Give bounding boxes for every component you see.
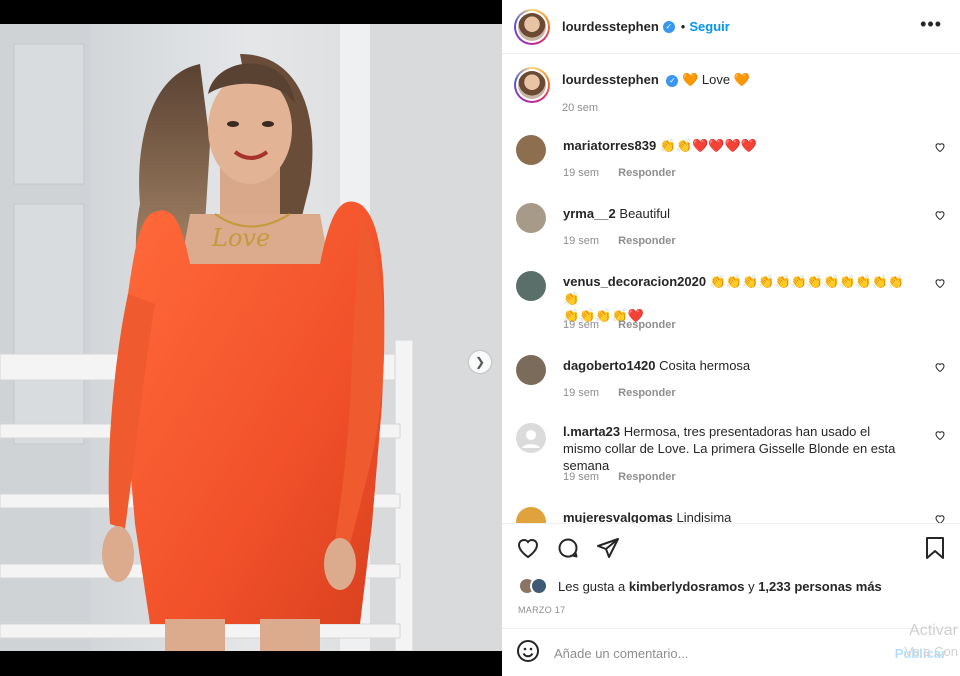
comment-time[interactable]: 19 sem bbox=[563, 387, 599, 399]
author-username[interactable]: lourdesstephen bbox=[562, 19, 659, 34]
liker-username[interactable]: kimberlydosramos bbox=[629, 579, 745, 594]
windows-activation-hint: Ve a Con bbox=[904, 644, 959, 659]
save-bookmark-icon[interactable] bbox=[924, 536, 946, 560]
reply-button[interactable]: Responder bbox=[618, 235, 675, 247]
commenter-username[interactable]: dagoberto1420 bbox=[563, 358, 655, 373]
emoji-smiley-icon[interactable] bbox=[516, 639, 540, 668]
like-comment-heart-icon[interactable] bbox=[934, 429, 946, 441]
post-photo[interactable]: Love ❯ bbox=[0, 24, 502, 651]
commenter-username[interactable]: mujeresvalgomas bbox=[563, 510, 673, 523]
like-comment-heart-icon[interactable] bbox=[934, 277, 946, 289]
post-header: lourdesstephen ✓ • Seguir ••• bbox=[502, 0, 960, 54]
follow-button[interactable]: Seguir bbox=[689, 19, 729, 34]
liker-avatar bbox=[530, 577, 548, 595]
commenter-avatar[interactable] bbox=[516, 355, 546, 385]
caption-time: 20 sem bbox=[562, 102, 599, 114]
heart-emoji-icon: 🧡 bbox=[682, 72, 699, 87]
comment-time[interactable]: 19 sem bbox=[563, 319, 599, 331]
post-date[interactable]: MARZO 17 bbox=[518, 605, 565, 615]
caption-username[interactable]: lourdesstephen bbox=[562, 72, 659, 87]
commenter-avatar[interactable] bbox=[516, 203, 546, 233]
comment-text: 👏👏❤️❤️❤️❤️ bbox=[659, 138, 757, 153]
commenter-avatar[interactable] bbox=[516, 507, 546, 523]
like-comment-heart-icon[interactable] bbox=[934, 209, 946, 221]
liker-avatars[interactable] bbox=[518, 577, 552, 595]
add-comment-bar: Publicar bbox=[502, 628, 960, 676]
post-actions: Les gusta a kimberlydosramos y 1,233 per… bbox=[502, 523, 960, 676]
likes-count[interactable]: 1,233 personas más bbox=[758, 579, 882, 594]
commenter-username[interactable]: yrma__2 bbox=[563, 206, 616, 221]
post-side-panel: lourdesstephen ✓ • Seguir ••• lourdesste… bbox=[502, 0, 960, 676]
verified-badge-icon: ✓ bbox=[662, 20, 675, 33]
reply-button[interactable]: Responder bbox=[618, 167, 675, 179]
comment-text: Lindisima bbox=[676, 510, 732, 523]
like-comment-heart-icon[interactable] bbox=[934, 141, 946, 153]
share-paper-plane-icon[interactable] bbox=[596, 536, 620, 560]
commenter-avatar[interactable] bbox=[516, 423, 546, 453]
photo-illustration: Love bbox=[0, 24, 502, 651]
heart-emoji-icon: 🧡 bbox=[733, 72, 750, 87]
post-modal: Love ❯ lourdesstephen ✓ • Seguir ••• lou… bbox=[0, 0, 960, 676]
comment-text: Beautiful bbox=[619, 206, 670, 221]
reply-button[interactable]: Responder bbox=[618, 471, 675, 483]
comment-time[interactable]: 19 sem bbox=[563, 471, 599, 483]
commenter-username[interactable]: mariatorres839 bbox=[563, 138, 656, 153]
default-avatar-icon bbox=[517, 424, 545, 452]
commenter-avatar[interactable] bbox=[516, 271, 546, 301]
likes-prefix: Les gusta a bbox=[558, 578, 626, 594]
author-avatar[interactable] bbox=[514, 8, 550, 45]
reply-button[interactable]: Responder bbox=[618, 319, 675, 331]
caption-text: Love bbox=[701, 72, 731, 87]
comment-bubble-icon[interactable] bbox=[556, 536, 580, 560]
comments-list[interactable]: lourdesstephen ✓ 🧡 Love 🧡 20 sem mariato… bbox=[502, 55, 960, 523]
commenter-username[interactable]: venus_decoracion2020 bbox=[563, 274, 706, 289]
comment-text: Cosita hermosa bbox=[659, 358, 751, 373]
windows-activation-watermark: Activar bbox=[909, 622, 958, 639]
likes-and: y bbox=[748, 578, 755, 594]
more-horizontal-icon[interactable]: ••• bbox=[920, 14, 942, 35]
like-comment-heart-icon[interactable] bbox=[934, 361, 946, 373]
next-photo-button[interactable]: ❯ bbox=[469, 351, 491, 373]
verified-badge-icon: ✓ bbox=[666, 74, 679, 87]
caption-avatar[interactable] bbox=[514, 67, 550, 103]
post-caption: lourdesstephen ✓ 🧡 Love 🧡 20 sem bbox=[514, 67, 750, 114]
like-comment-heart-icon[interactable] bbox=[934, 513, 946, 523]
like-heart-icon[interactable] bbox=[516, 536, 540, 560]
header-separator: • bbox=[680, 19, 686, 34]
commenter-username[interactable]: l.marta23 bbox=[563, 424, 620, 439]
comment-time[interactable]: 19 sem bbox=[563, 235, 599, 247]
likes-summary: Les gusta a kimberlydosramos y 1,233 per… bbox=[518, 577, 882, 595]
reply-button[interactable]: Responder bbox=[618, 387, 675, 399]
svg-text:Love: Love bbox=[211, 224, 270, 252]
comment-input[interactable] bbox=[554, 645, 884, 661]
commenter-avatar[interactable] bbox=[516, 135, 546, 165]
comment-time[interactable]: 19 sem bbox=[563, 167, 599, 179]
